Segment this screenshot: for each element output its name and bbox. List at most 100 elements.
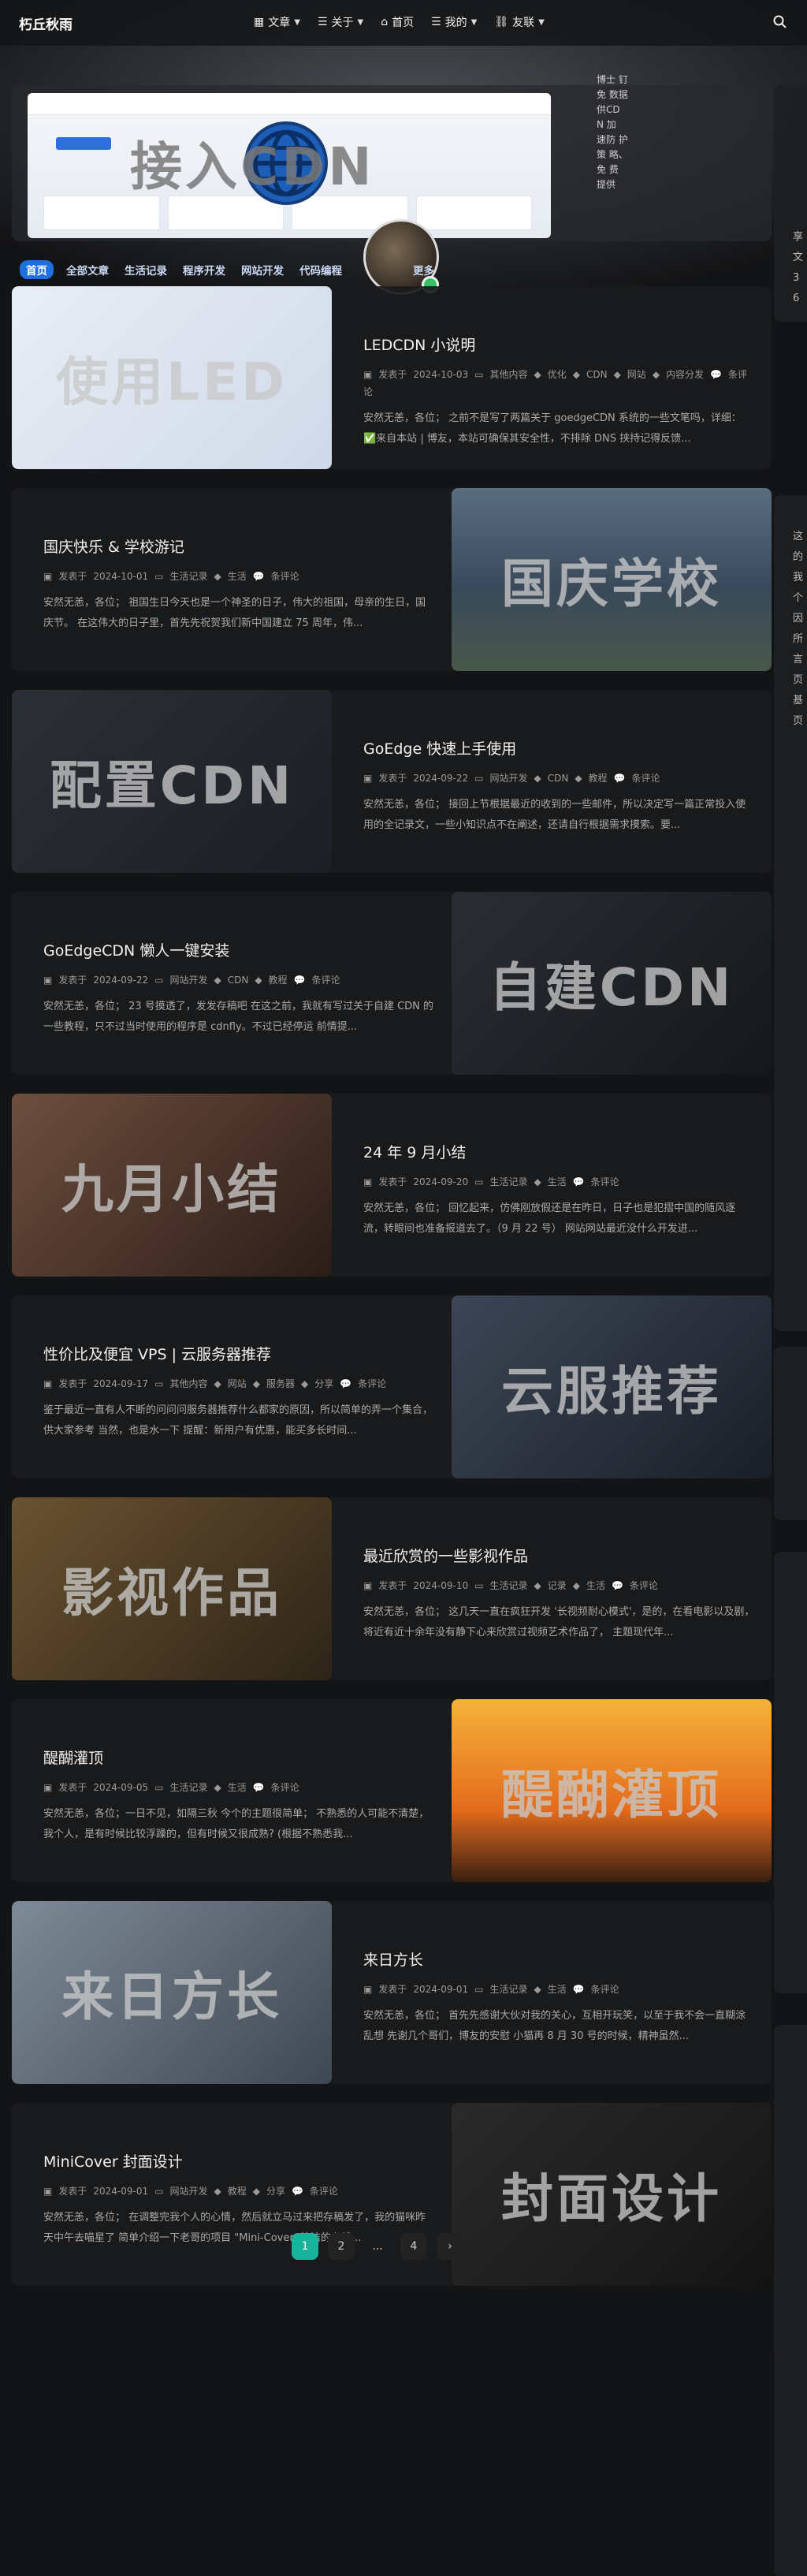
tab-more[interactable]: 更多 xyxy=(413,262,434,278)
post-card[interactable]: 醍醐灌顶 醍醐灌顶 ▣ 发表于 2024-09-05 ▭ 生活记录 ◆ 生活 💬 条评论 安然无恙，各… xyxy=(12,1699,772,1882)
nav-item-mine[interactable]: ☰ 我的 ▼ xyxy=(431,14,477,30)
post-thumbnail[interactable]: 使用LED xyxy=(12,286,332,469)
post-thumbnail[interactable]: 封面设计 xyxy=(452,2103,772,2286)
post-tag[interactable]: CDN xyxy=(548,773,569,784)
post-comments[interactable]: 条评论 xyxy=(591,1984,619,1995)
site-title[interactable]: 朽丘秋雨 xyxy=(19,13,73,33)
post-title[interactable]: MiniCover 封面设计 xyxy=(43,2150,436,2172)
post-comments[interactable]: 条评论 xyxy=(630,1580,658,1591)
post-comments[interactable]: 条评论 xyxy=(271,571,299,582)
tab-program[interactable]: 程序开发 xyxy=(183,262,225,278)
post-thumbnail[interactable]: 配置CDN xyxy=(12,690,332,873)
next-page-button[interactable]: › xyxy=(437,2233,463,2260)
post-thumbnail[interactable]: 醍醐灌顶 xyxy=(452,1699,772,1882)
post-card[interactable]: 国庆学校 国庆快乐 & 学校游记 ▣ 发表于 2024-10-01 ▭ 生活记录 ◆ 生活 💬 条评… xyxy=(12,488,772,671)
tab-coding[interactable]: 代码编程 xyxy=(299,262,342,278)
post-thumbnail[interactable]: 九月小结 xyxy=(12,1094,332,1277)
post-category[interactable]: 网站开发 xyxy=(169,2186,207,2197)
post-tag[interactable]: CDN xyxy=(586,369,608,380)
post-category[interactable]: 生活记录 xyxy=(169,1782,207,1793)
post-comments[interactable]: 条评论 xyxy=(271,1782,299,1793)
post-tag[interactable]: 教程 xyxy=(228,2186,247,2197)
post-category[interactable]: 生活记录 xyxy=(489,1176,527,1187)
post-tag[interactable]: 网站 xyxy=(627,369,646,380)
post-thumbnail[interactable]: 影视作品 xyxy=(12,1497,332,1680)
post-category[interactable]: 生活记录 xyxy=(489,1984,527,1995)
post-category[interactable]: 网站开发 xyxy=(169,975,207,986)
tab-web-dev[interactable]: 网站开发 xyxy=(241,262,284,278)
post-tag[interactable]: 优化 xyxy=(548,369,567,380)
post-tag[interactable]: 生活 xyxy=(228,571,247,582)
post-title[interactable]: 最近欣赏的一些影视作品 xyxy=(363,1545,756,1566)
post-title[interactable]: GoEdge 快速上手使用 xyxy=(363,737,756,759)
post-comments[interactable]: 条评论 xyxy=(358,1378,386,1389)
page-1-button[interactable]: 1 xyxy=(292,2233,318,2260)
post-category[interactable]: 网站开发 xyxy=(489,773,527,784)
comment-icon: 💬 xyxy=(613,773,626,784)
post-tag[interactable]: 服务器 xyxy=(266,1378,295,1389)
post-title[interactable]: 性价比及便宜 VPS | 云服务器推荐 xyxy=(43,1343,436,1364)
nav-item-about[interactable]: ☰ 关于 ▼ xyxy=(318,14,363,30)
post-thumbnail[interactable]: 自建CDN xyxy=(452,892,772,1075)
post-card[interactable]: 来日方长 来日方长 ▣ 发表于 2024-09-01 ▭ 生活记录 ◆ 生活 💬 条评论 安然无恙，各… xyxy=(12,1901,772,2084)
post-tag[interactable]: 生活 xyxy=(228,1782,247,1793)
post-tag[interactable]: 内容分发 xyxy=(666,369,704,380)
published-label: 发表于 xyxy=(58,1378,87,1389)
hero-banner[interactable]: 接入CDN xyxy=(12,85,772,241)
post-title[interactable]: GoEdgeCDN 懒人一键安装 xyxy=(43,939,436,960)
post-tag[interactable]: 记录 xyxy=(548,1580,567,1591)
announcement-card: 这 的 我 个 因 所 言 页 基 页 xyxy=(774,495,807,937)
post-tag[interactable]: 分享 xyxy=(266,2186,285,2197)
tab-home[interactable]: 首页 xyxy=(20,260,54,279)
post-comments[interactable]: 条评论 xyxy=(591,1176,619,1187)
category-icon: ▭ xyxy=(154,1782,164,1793)
post-tag[interactable]: 教程 xyxy=(269,975,288,986)
page-2-button[interactable]: 2 xyxy=(328,2233,355,2260)
post-excerpt: 鉴于最近一直有人不断的问问问服务器推荐什么都家的原因，所以简单的弄一个集合，供大… xyxy=(43,1404,433,1437)
post-tag[interactable]: 分享 xyxy=(314,1378,333,1389)
tab-all-articles[interactable]: 全部文章 xyxy=(66,262,109,278)
comment-icon: 💬 xyxy=(572,1984,585,1995)
post-category[interactable]: 生活记录 xyxy=(489,1580,527,1591)
thumbnail-text: 醍醐灌顶 xyxy=(501,1765,722,1825)
nav-item-friends[interactable]: ⛓ 友联 ▼ xyxy=(494,14,544,30)
search-icon[interactable] xyxy=(772,14,788,30)
post-card[interactable]: 配置CDN GoEdge 快速上手使用 ▣ 发表于 2024-09-22 ▭ 网站开发 ◆ CD… xyxy=(12,690,772,873)
post-text: GoEdge 快速上手使用 ▣ 发表于 2024-09-22 ▭ 网站开发 ◆ CDN ◆ 教程 💬… xyxy=(363,737,756,836)
post-title[interactable]: 来日方长 xyxy=(363,1948,756,1970)
post-category[interactable]: 其他内容 xyxy=(489,369,527,380)
post-category[interactable]: 其他内容 xyxy=(169,1378,207,1389)
post-thumbnail[interactable]: 云服推荐 xyxy=(452,1295,772,1478)
post-title[interactable]: LEDCDN 小说明 xyxy=(363,334,756,355)
post-thumbnail[interactable]: 来日方长 xyxy=(12,1901,332,2084)
tag-icon: ◆ xyxy=(613,369,621,380)
tab-life[interactable]: 生活记录 xyxy=(125,262,167,278)
post-card[interactable]: 影视作品 最近欣赏的一些影视作品 ▣ 发表于 2024-09-10 ▭ 生活记录 ◆ 记录 ◆ 生活… xyxy=(12,1497,772,1680)
post-tag[interactable]: 网站 xyxy=(228,1378,247,1389)
post-tag[interactable]: 生活 xyxy=(586,1580,605,1591)
post-tag[interactable]: 生活 xyxy=(548,1176,567,1187)
sidebar-text: 所 xyxy=(793,633,804,645)
post-comments[interactable]: 条评论 xyxy=(312,975,340,986)
post-tag[interactable]: 生活 xyxy=(548,1984,567,1995)
category-icon: ▭ xyxy=(154,2186,164,2197)
post-tag[interactable]: CDN xyxy=(228,975,249,986)
post-tag[interactable]: 教程 xyxy=(589,773,608,784)
post-title[interactable]: 国庆快乐 & 学校游记 xyxy=(43,535,436,557)
post-title[interactable]: 24 年 9 月小结 xyxy=(363,1141,756,1162)
post-title[interactable]: 醍醐灌顶 xyxy=(43,1747,436,1768)
post-card[interactable]: 云服推荐 性价比及便宜 VPS | 云服务器推荐 ▣ 发表于 2024-09-17 ▭ 其他… xyxy=(12,1295,772,1478)
page-4-button[interactable]: 4 xyxy=(400,2233,427,2260)
post-comments[interactable]: 条评论 xyxy=(310,2186,338,2197)
post-card[interactable]: 自建CDN GoEdgeCDN 懒人一键安装 ▣ 发表于 2024-09-22 ▭ 网站开发… xyxy=(12,892,772,1075)
nav-item-articles[interactable]: ▦ 文章 ▼ xyxy=(254,14,300,30)
post-thumbnail[interactable]: 国庆学校 xyxy=(452,488,772,671)
nav-item-home[interactable]: ⌂ 首页 xyxy=(381,14,414,30)
tag-icon: ◆ xyxy=(572,1580,580,1591)
post-card[interactable]: 九月小结 24 年 9 月小结 ▣ 发表于 2024-09-20 ▭ 生活记录 ◆ 生活 💬 条评论… xyxy=(12,1094,772,1277)
post-comments[interactable]: 条评论 xyxy=(632,773,660,784)
post-excerpt: 安然无恙，各位； 祖国生日今天也是一个神圣的日子，伟大的祖国，母亲的生日，国庆节… xyxy=(43,597,426,629)
post-category[interactable]: 生活记录 xyxy=(169,571,207,582)
tag-icon: ◆ xyxy=(300,1378,309,1389)
post-card[interactable]: 使用LED LEDCDN 小说明 ▣ 发表于 2024-10-03 ▭ 其他内容 ◆ 优化 ◆ CD… xyxy=(12,286,772,469)
